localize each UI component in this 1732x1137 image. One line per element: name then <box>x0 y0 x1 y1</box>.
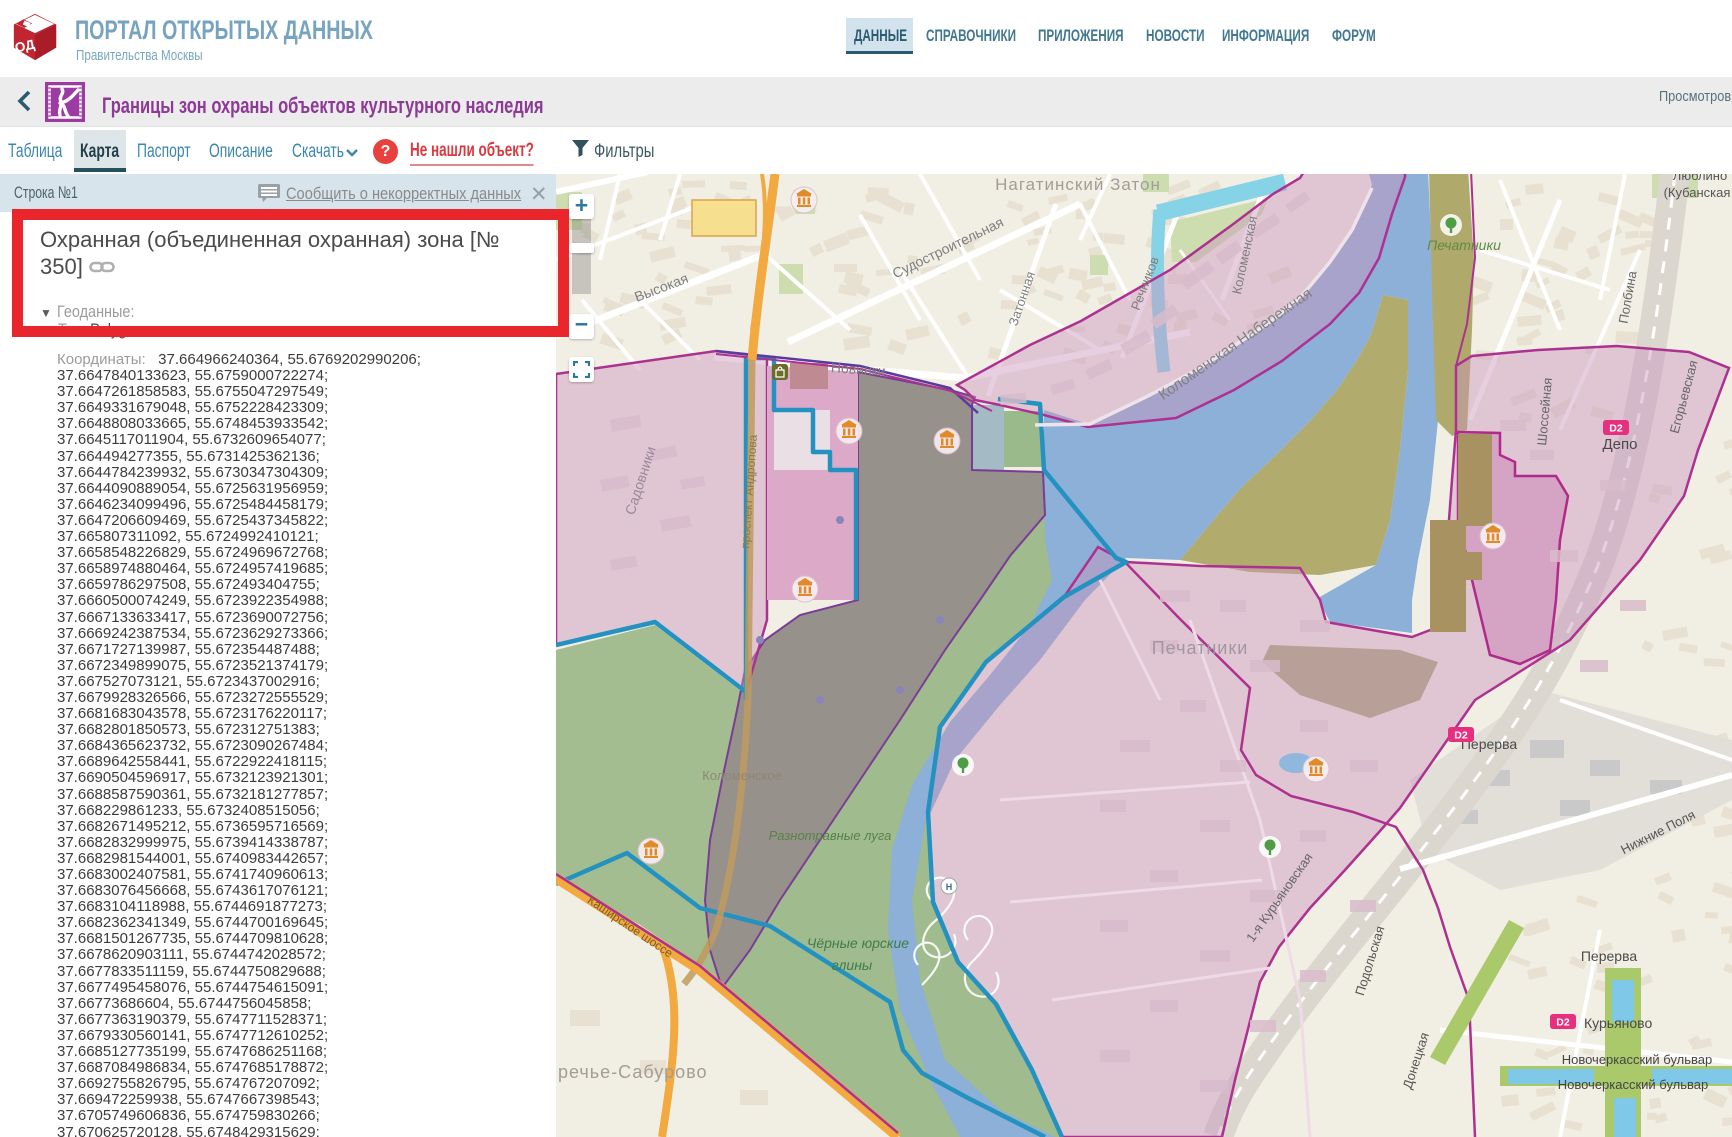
svg-text:Курьяново: Курьяново <box>1584 1015 1652 1031</box>
svg-text:Коломенское: Коломенское <box>702 768 782 783</box>
svg-text:D2: D2 <box>1556 1017 1570 1029</box>
svg-text:Печатники: Печатники <box>1427 237 1501 253</box>
svg-text:H: H <box>946 882 953 892</box>
svg-text:Печатники: Печатники <box>1152 638 1249 658</box>
svg-text:Чёрные юрские: Чёрные юрские <box>807 935 909 951</box>
svg-text:речье-Сабурово: речье-Сабурово <box>558 1062 708 1082</box>
svg-text:Люблино: Люблино <box>1673 174 1727 183</box>
svg-text:глины: глины <box>832 957 873 973</box>
svg-text:Новочеркасский бульвар: Новочеркасский бульвар <box>1558 1077 1709 1092</box>
svg-text:Депо: Депо <box>1603 436 1638 453</box>
svg-text:Разнотравные луга: Разнотравные луга <box>769 828 892 843</box>
svg-text:Перерва: Перерва <box>1581 948 1637 964</box>
svg-text:D2: D2 <box>1609 423 1623 435</box>
svg-text:Новочеркасский бульвар: Новочеркасский бульвар <box>1562 1052 1713 1067</box>
svg-text:(Кубанская: (Кубанская <box>1664 185 1731 200</box>
svg-text:D2: D2 <box>1454 730 1468 742</box>
svg-text:Нагатинский Затон: Нагатинский Затон <box>995 175 1161 194</box>
